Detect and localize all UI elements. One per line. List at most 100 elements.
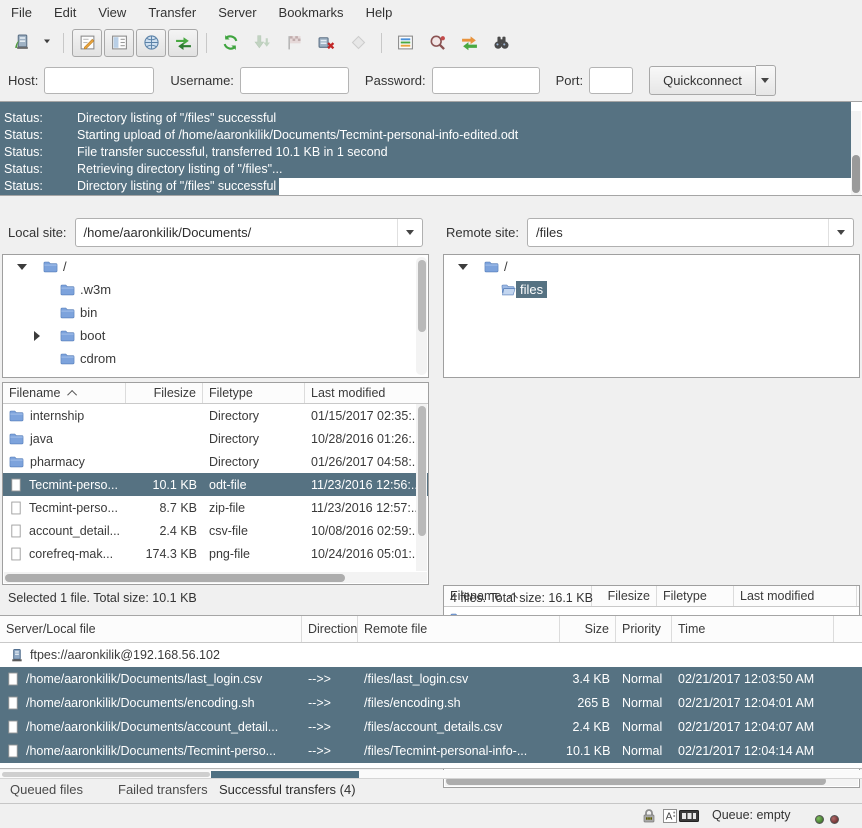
local-file-row[interactable]: internshipDirectory01/15/2017 02:35:... [3, 404, 428, 427]
find-files-button[interactable] [486, 29, 516, 57]
compare-directories-button[interactable] [422, 29, 452, 57]
column-header-filesize[interactable]: Filesize [592, 586, 657, 606]
menu-server[interactable]: Server [207, 0, 267, 26]
tree-item-label[interactable]: .w3m [76, 281, 115, 298]
queue-column-direction[interactable]: Direction [302, 616, 358, 642]
toggle-queue-button[interactable] [168, 29, 198, 57]
tree-item-label[interactable]: boot [76, 327, 109, 344]
local-list-scrollbar[interactable] [416, 404, 427, 571]
local-tree-scrollbar-thumb[interactable] [418, 260, 426, 332]
local-file-row[interactable]: javaDirectory10/28/2016 01:26:... [3, 427, 428, 450]
port-input[interactable] [589, 67, 633, 94]
local-site-combo[interactable]: /home/aaronkilik/Documents/ [75, 218, 423, 247]
transfer-row[interactable]: /home/aaronkilik/Documents/encoding.sh--… [0, 691, 862, 715]
remote-site-combo[interactable]: /files [527, 218, 854, 247]
menu-bookmarks[interactable]: Bookmarks [268, 0, 355, 26]
menu-file[interactable]: File [0, 0, 43, 26]
local-file-row[interactable]: Tecmint-perso...8.7 KBzip-file11/23/2016… [3, 496, 428, 519]
local-tree-item-cdrom[interactable]: cdrom [3, 347, 428, 370]
column-header-label: Remote file [364, 622, 427, 636]
expander-open-icon[interactable] [458, 264, 468, 270]
local-tree-item-[interactable]: / [3, 255, 428, 278]
queue-column-remote-file[interactable]: Remote file [358, 616, 560, 642]
password-input[interactable] [432, 67, 540, 94]
host-input[interactable] [44, 67, 154, 94]
local-tree-item-boot[interactable]: boot [3, 324, 428, 347]
local-file-row[interactable]: corefreq-mak...174.3 KBpng-file10/24/201… [3, 542, 428, 565]
quickconnect-dropdown-button[interactable] [756, 65, 776, 96]
local-list-scrollbar-thumb[interactable] [418, 406, 426, 536]
transfer-row[interactable]: /home/aaronkilik/Documents/account_detai… [0, 715, 862, 739]
chevron-down-button[interactable] [38, 30, 56, 56]
column-header-filesize[interactable]: Filesize [126, 383, 203, 403]
column-header-last-modified[interactable]: Last modified [305, 383, 429, 403]
remote-site-dropdown[interactable] [828, 219, 853, 246]
toggle-local-tree-button[interactable] [104, 29, 134, 57]
remote-directory-tree[interactable]: /files [443, 254, 860, 378]
queue-column-size[interactable]: Size [560, 616, 616, 642]
local-tree-item-w3m[interactable]: .w3m [3, 278, 428, 301]
toggle-remote-tree-button[interactable] [136, 29, 166, 57]
menu-view[interactable]: View [87, 0, 137, 26]
process-queue-button[interactable] [247, 29, 277, 57]
transfer-row[interactable]: /home/aaronkilik/Documents/Tecmint-perso… [0, 739, 862, 763]
site-manager-button[interactable] [7, 29, 37, 57]
message-log[interactable]: Status:Directory listing of "/files" suc… [0, 101, 862, 196]
server-address: ftpes://aaronkilik@192.168.56.102 [30, 648, 220, 662]
local-file-row[interactable]: pharmacyDirectory01/26/2017 04:58:... [3, 450, 428, 473]
local-list-hscrollbar-thumb[interactable] [5, 574, 345, 582]
menu-help[interactable]: Help [355, 0, 404, 26]
column-header-filetype[interactable]: Filetype [203, 383, 305, 403]
queue-column-priority[interactable]: Priority [616, 616, 672, 642]
tree-item-label[interactable]: cdrom [76, 350, 120, 367]
local-site-value[interactable]: /home/aaronkilik/Documents/ [76, 225, 397, 240]
local-file-row[interactable]: account_detail...2.4 KBcsv-file10/08/201… [3, 519, 428, 542]
queue-column-time[interactable]: Time [672, 616, 834, 642]
reconnect-button[interactable] [343, 29, 373, 57]
column-header-filetype[interactable]: Filetype [657, 586, 734, 606]
tab-queued-files[interactable]: Queued files [10, 779, 83, 801]
transfer-queue-panel[interactable]: Server/Local fileDirection Remote file Siz… [0, 615, 862, 769]
local-file-row[interactable]: Tecmint-perso...10.1 KBodt-file11/23/201… [3, 473, 428, 496]
transfer-time: 02/21/2017 12:03:50 AM [672, 672, 834, 686]
queue-status-text: Queue: empty [712, 808, 791, 822]
column-header-filename[interactable]: Filename [3, 383, 126, 403]
refresh-button[interactable] [215, 29, 245, 57]
local-list-hscrollbar[interactable] [4, 572, 427, 583]
menu-edit[interactable]: Edit [43, 0, 87, 26]
log-scrollbar[interactable] [851, 111, 861, 195]
directory-filters-button[interactable] [390, 29, 420, 57]
tab-successful-transfers[interactable]: Successful transfers (4) [219, 779, 356, 801]
local-tree-item-bin[interactable]: bin [3, 301, 428, 324]
disconnect-button[interactable] [311, 29, 341, 57]
queue-hscrollbar-thumb[interactable] [2, 772, 210, 777]
remote-site-value[interactable]: /files [528, 225, 828, 240]
cancel-button[interactable] [279, 29, 309, 57]
tree-item-label[interactable]: files [516, 281, 547, 298]
menu-transfer[interactable]: Transfer [137, 0, 207, 26]
quickconnect-button[interactable]: Quickconnect [649, 66, 756, 95]
username-input[interactable] [240, 67, 349, 94]
expander-closed-icon[interactable] [34, 331, 40, 341]
tree-item-label[interactable]: bin [76, 304, 101, 321]
tab-failed-transfers[interactable]: Failed transfers [118, 779, 208, 801]
log-status-label: Status: [0, 127, 77, 144]
queue-column-server-local-file[interactable]: Server/Local file [0, 616, 302, 642]
remote-tree-item-files[interactable]: files [444, 278, 859, 301]
local-directory-tree[interactable]: / .w3m bin boot cdrom [2, 254, 429, 378]
queue-server-row[interactable]: ftpes://aaronkilik@192.168.56.102 [0, 643, 862, 667]
tree-item-label[interactable]: / [59, 258, 71, 275]
expander-open-icon[interactable] [17, 264, 27, 270]
synchronized-browsing-button[interactable] [454, 29, 484, 57]
column-header-last-modified[interactable]: Last modified [734, 586, 857, 606]
remote-tree-item-[interactable]: / [444, 255, 859, 278]
transfer-row[interactable]: /home/aaronkilik/Documents/last_login.cs… [0, 667, 862, 691]
tree-item-label[interactable]: / [500, 258, 512, 275]
log-scrollbar-thumb[interactable] [852, 155, 860, 193]
local-site-dropdown[interactable] [397, 219, 422, 246]
column-header-per[interactable]: Per [857, 586, 860, 606]
queue-hscrollbar[interactable] [0, 770, 862, 779]
toggle-log-button[interactable] [72, 29, 102, 57]
local-file-list[interactable]: FilenameFilesizeFiletypeLast modified in… [2, 382, 429, 585]
local-tree-scrollbar[interactable] [416, 257, 427, 375]
